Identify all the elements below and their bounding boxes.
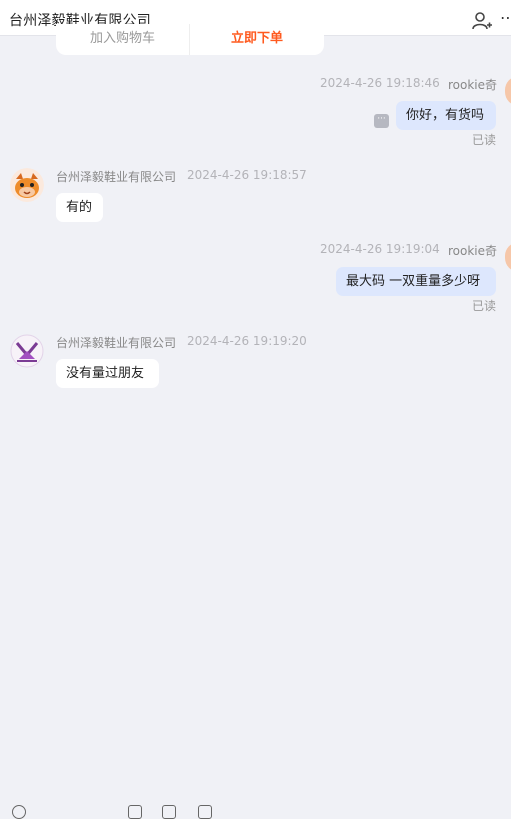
sender-name: 台州泽毅鞋业有限公司 — [56, 336, 177, 350]
user-avatar[interactable] — [505, 76, 511, 106]
cartoon-avatar-icon — [10, 168, 44, 202]
message-time: 2024-4-26 19:18:46 — [320, 76, 440, 90]
emoji-icon[interactable] — [12, 805, 26, 819]
sender-name: 台州泽毅鞋业有限公司 — [56, 170, 177, 184]
product-card: 加入购物车 立即下单 — [56, 24, 324, 55]
more-menu-icon[interactable]: ⋯ — [500, 8, 511, 27]
logo-avatar-icon — [10, 334, 44, 368]
user-avatar[interactable] — [505, 242, 511, 272]
image-icon[interactable] — [128, 805, 142, 819]
read-status: 已读 — [472, 133, 497, 147]
file-icon[interactable] — [198, 805, 212, 819]
shop-avatar[interactable] — [10, 334, 44, 368]
their-message-bubble[interactable]: 没有量过朋友 — [56, 359, 159, 388]
shop-avatar[interactable] — [10, 168, 44, 202]
my-message-bubble[interactable]: 最大码 一双重量多少呀 — [336, 267, 496, 296]
input-toolbar — [0, 400, 511, 819]
buy-now-button[interactable]: 立即下单 — [190, 27, 324, 46]
add-user-icon[interactable] — [472, 11, 492, 31]
my-message-bubble[interactable]: 你好，有货吗 — [396, 101, 496, 130]
their-message-bubble[interactable]: 有的 — [56, 193, 103, 222]
read-status: 已读 — [472, 299, 497, 313]
message-time: 2024-4-26 19:18:57 — [187, 168, 307, 182]
scissors-icon[interactable] — [48, 805, 62, 819]
folder-icon[interactable] — [162, 805, 176, 819]
add-to-cart-button[interactable]: 加入购物车 — [56, 27, 189, 46]
more-options-icon[interactable]: ··· — [374, 114, 389, 128]
sender-name: rookie奇 — [448, 244, 498, 258]
message-time: 2024-4-26 19:19:20 — [187, 334, 307, 348]
sender-name: rookie奇 — [448, 78, 498, 92]
message-time: 2024-4-26 19:19:04 — [320, 242, 440, 256]
cut-icon[interactable] — [82, 805, 96, 819]
